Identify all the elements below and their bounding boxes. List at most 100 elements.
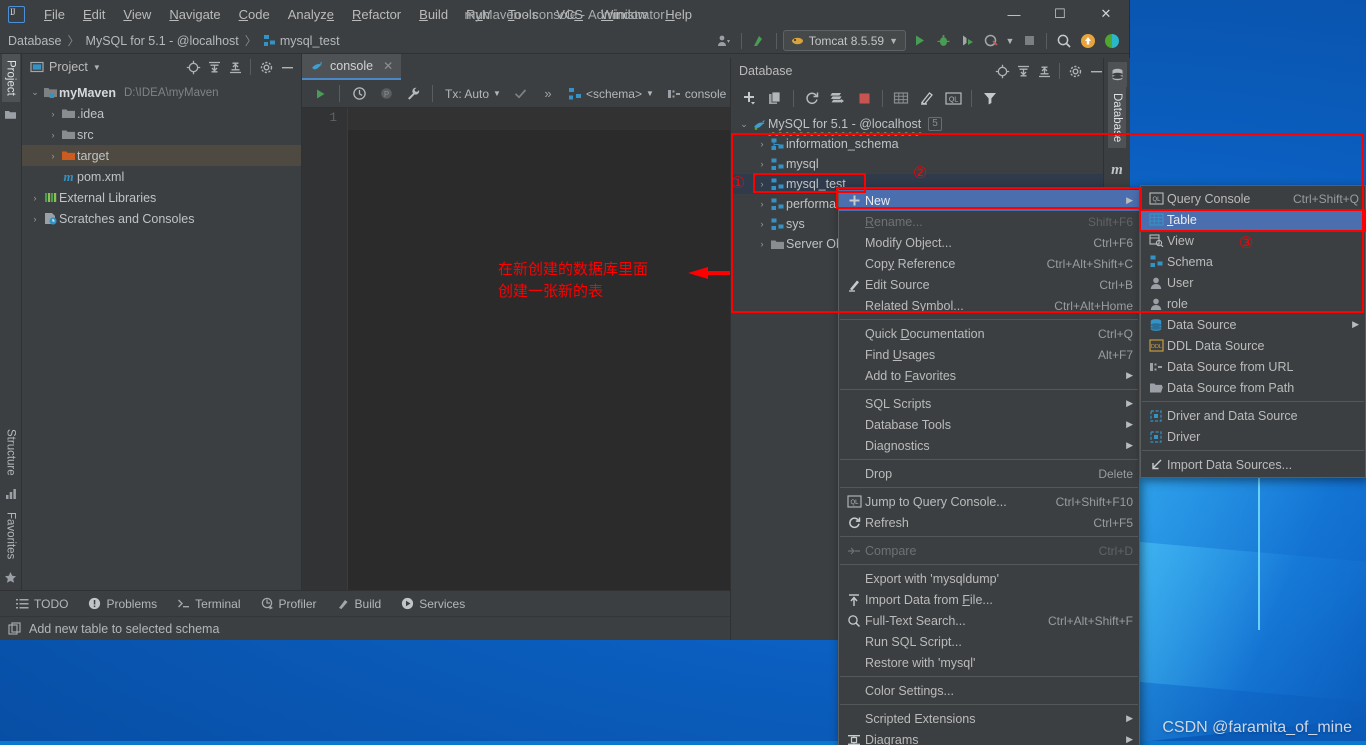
sidebar-item-favorites[interactable]: Favorites bbox=[2, 506, 20, 565]
tx-mode-selector[interactable]: Tx: Auto ▼ bbox=[440, 82, 506, 106]
bottom-item-problems[interactable]: Problems bbox=[80, 594, 165, 614]
menu-item-jump-to-query-console[interactable]: QL Jump to Query Console... Ctrl+Shift+F… bbox=[839, 491, 1139, 512]
select-in-database-icon[interactable] bbox=[992, 61, 1012, 81]
menu-item-color-settings[interactable]: Color Settings... bbox=[839, 680, 1139, 701]
menu-item-export-mysqldump[interactable]: Export with 'mysqldump' bbox=[839, 568, 1139, 589]
project-panel-title-group[interactable]: Project ▼ bbox=[30, 60, 101, 74]
menu-tools[interactable]: Tools bbox=[499, 3, 547, 26]
submenu-item-driver-and-data-source[interactable]: Driver and Data Source bbox=[1141, 405, 1365, 426]
menu-run[interactable]: Run bbox=[457, 3, 499, 26]
menu-window[interactable]: Window bbox=[592, 3, 656, 26]
run-button[interactable] bbox=[908, 30, 930, 52]
menu-item-quick-documentation[interactable]: Quick Documentation Ctrl+Q bbox=[839, 323, 1139, 344]
bottom-item-profiler[interactable]: Profiler bbox=[253, 594, 325, 614]
chevron-right-icon[interactable]: › bbox=[46, 130, 60, 140]
menu-item-refresh[interactable]: Refresh Ctrl+F5 bbox=[839, 512, 1139, 533]
menu-analyze[interactable]: Analyze bbox=[279, 3, 343, 26]
wrench-icon[interactable] bbox=[401, 82, 425, 106]
debug-button[interactable] bbox=[932, 30, 954, 52]
menu-item-rename[interactable]: Rename... Shift+F6 bbox=[839, 211, 1139, 232]
chevron-right-icon[interactable]: › bbox=[28, 214, 42, 224]
pencil-icon[interactable] bbox=[915, 86, 939, 110]
submenu-item-query-console[interactable]: QL Query Console Ctrl+Shift+Q bbox=[1141, 188, 1365, 209]
tree-row-idea[interactable]: › .idea bbox=[22, 103, 301, 124]
bottom-item-build[interactable]: Build bbox=[329, 594, 390, 614]
minimize-button[interactable]: — bbox=[991, 0, 1037, 28]
menu-item-full-text-search[interactable]: Full-Text Search... Ctrl+Alt+Shift+F bbox=[839, 610, 1139, 631]
expand-all-icon[interactable] bbox=[204, 57, 224, 77]
submenu-item-data-source-from-path[interactable]: Data Source from Path bbox=[1141, 377, 1365, 398]
schema-selector[interactable]: <schema> ▼ bbox=[563, 82, 659, 106]
update-project-icon[interactable] bbox=[748, 30, 770, 52]
commit-icon[interactable] bbox=[509, 82, 533, 106]
chevron-right-icon[interactable]: › bbox=[28, 193, 42, 203]
refresh-icon[interactable] bbox=[800, 86, 824, 110]
menu-item-restore-with-mysql[interactable]: Restore with 'mysql' bbox=[839, 652, 1139, 673]
sync-script-icon[interactable] bbox=[826, 86, 850, 110]
bottom-item-terminal[interactable]: Terminal bbox=[169, 594, 248, 614]
rail-maven-icon[interactable]: m bbox=[1108, 148, 1126, 185]
chevron-right-icon[interactable]: › bbox=[46, 151, 60, 161]
expand-all-icon[interactable] bbox=[1013, 61, 1033, 81]
submenu-item-role[interactable]: role bbox=[1141, 293, 1365, 314]
idea-rate-icon[interactable] bbox=[1101, 30, 1123, 52]
submenu-item-data-source[interactable]: Data Source ▶ bbox=[1141, 314, 1365, 335]
chevron-right-icon[interactable]: › bbox=[755, 179, 769, 189]
chevron-right-icon[interactable]: › bbox=[755, 159, 769, 169]
run-configuration-selector[interactable]: Tomcat 8.5.59 ▼ bbox=[782, 30, 906, 51]
menu-item-sql-scripts[interactable]: SQL Scripts ▶ bbox=[839, 393, 1139, 414]
hide-panel-icon[interactable] bbox=[277, 57, 297, 77]
menu-build[interactable]: Build bbox=[410, 3, 457, 26]
update-indicator-icon[interactable] bbox=[1077, 30, 1099, 52]
sidebar-item-structure[interactable]: Structure bbox=[2, 423, 20, 482]
submenu-item-user[interactable]: User bbox=[1141, 272, 1365, 293]
menu-item-related-symbol[interactable]: Related Symbol... Ctrl+Alt+Home bbox=[839, 295, 1139, 316]
submenu-item-data-source-from-url[interactable]: Data Source from URL bbox=[1141, 356, 1365, 377]
maximize-button[interactable]: ☐ bbox=[1037, 0, 1083, 28]
submenu-item-table[interactable]: Table bbox=[1141, 209, 1365, 230]
menu-item-copy-reference[interactable]: Copy Reference Ctrl+Alt+Shift+C bbox=[839, 253, 1139, 274]
tree-row-scratches[interactable]: › Scratches and Consoles bbox=[22, 208, 301, 229]
chevron-down-icon-profile[interactable]: ▼ bbox=[1004, 30, 1016, 52]
sidebar-item-project[interactable]: Project bbox=[1, 54, 20, 102]
run-with-coverage-button[interactable] bbox=[956, 30, 978, 52]
rail-database-icon[interactable] bbox=[1107, 62, 1127, 87]
tree-row-target[interactable]: › target bbox=[22, 145, 301, 166]
submenu-item-ddl-data-source[interactable]: DDL DDL Data Source bbox=[1141, 335, 1365, 356]
add-datasource-icon[interactable] bbox=[737, 86, 761, 110]
chevron-down-icon-project[interactable]: ▼ bbox=[93, 63, 101, 72]
tab-console[interactable]: console ✕ bbox=[302, 54, 402, 80]
duplicate-icon[interactable] bbox=[763, 86, 787, 110]
tree-row-src[interactable]: › src bbox=[22, 124, 301, 145]
menu-item-run-sql-script[interactable]: Run SQL Script... bbox=[839, 631, 1139, 652]
menu-vcs[interactable]: VCS bbox=[547, 3, 592, 26]
chevron-right-icon[interactable]: › bbox=[755, 239, 769, 249]
profile-button[interactable] bbox=[980, 30, 1002, 52]
db-row-information-schema[interactable]: › information_schema bbox=[731, 134, 1110, 154]
submenu-item-schema[interactable]: Schema bbox=[1141, 251, 1365, 272]
db-row-datasource[interactable]: ⌄ MySQL for 5.1 - @localhost 5 bbox=[731, 114, 1110, 134]
menu-edit[interactable]: Edit bbox=[74, 3, 114, 26]
chevron-down-icon[interactable]: ⌄ bbox=[28, 87, 42, 98]
stop-icon[interactable] bbox=[852, 86, 876, 110]
search-everywhere-icon[interactable] bbox=[1053, 30, 1075, 52]
chevron-down-icon[interactable]: ⌄ bbox=[737, 119, 751, 130]
stop-button[interactable] bbox=[1018, 30, 1040, 52]
menu-item-compare[interactable]: Compare Ctrl+D bbox=[839, 540, 1139, 561]
menu-item-scripted-extensions[interactable]: Scripted Extensions ▶ bbox=[839, 708, 1139, 729]
query-console-icon[interactable]: QL bbox=[941, 86, 965, 110]
chevron-right-icon[interactable]: › bbox=[755, 219, 769, 229]
pin-tab-icon[interactable]: P bbox=[374, 82, 398, 106]
star-icon[interactable] bbox=[1, 565, 20, 590]
bottom-item-services[interactable]: Services bbox=[393, 594, 473, 614]
menu-item-diagnostics[interactable]: Diagnostics ▶ bbox=[839, 435, 1139, 456]
tree-row-external-libraries[interactable]: › External Libraries bbox=[22, 187, 301, 208]
menu-item-edit-source[interactable]: Edit Source Ctrl+B bbox=[839, 274, 1139, 295]
menu-item-new[interactable]: New ▶ bbox=[839, 190, 1139, 211]
breadcrumb-database[interactable]: Database bbox=[8, 34, 62, 48]
collapse-all-icon[interactable] bbox=[1034, 61, 1054, 81]
menu-item-diagrams[interactable]: Diagrams ▶ bbox=[839, 729, 1139, 745]
collapse-all-icon[interactable] bbox=[225, 57, 245, 77]
sidebar-item-database[interactable]: Database bbox=[1108, 87, 1126, 149]
select-opened-file-icon[interactable] bbox=[183, 57, 203, 77]
